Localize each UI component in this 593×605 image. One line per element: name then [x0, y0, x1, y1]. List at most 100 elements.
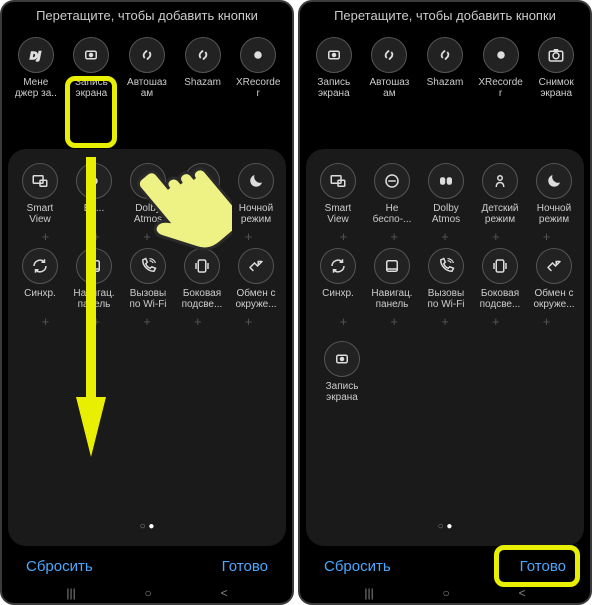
panel-extra-row: Запись экрана: [310, 341, 580, 403]
recents-icon[interactable]: |||: [364, 586, 373, 600]
tile-label: Вызовы по Wi-Fi: [129, 288, 166, 310]
panel-tile-8[interactable]: Боковая подсве...: [176, 248, 228, 310]
panel-tile-1[interactable]: Не беспо-...: [366, 163, 418, 225]
available-tile-0[interactable]: Запись экрана: [308, 37, 360, 99]
tile-label: Запись экрана: [317, 77, 350, 99]
dolby-icon: [428, 163, 464, 199]
panel-tile-3[interactable]: Детский режим: [176, 163, 228, 225]
tile-label: Боковая подсве...: [182, 288, 223, 310]
recents-icon[interactable]: |||: [66, 586, 75, 600]
dot-icon: [483, 37, 519, 73]
night-icon: [536, 163, 572, 199]
share-icon: [238, 248, 274, 284]
available-tile-2[interactable]: Автошаз ам: [121, 37, 173, 99]
slot-row-1: +++++: [310, 225, 580, 248]
drag-hint: Перетащите, чтобы добавить кнопки: [2, 2, 292, 37]
wificall-icon: [428, 248, 464, 284]
panel-tile-8[interactable]: Боковая подсве...: [474, 248, 526, 310]
available-tile-2[interactable]: Shazam: [419, 37, 471, 99]
panel-tile-7[interactable]: Вызовы по Wi-Fi: [420, 248, 472, 310]
panel-tile-7[interactable]: Вызовы по Wi-Fi: [122, 248, 174, 310]
tile-label: Автошаз ам: [369, 77, 409, 99]
dnd-icon: [374, 163, 410, 199]
available-tile-1[interactable]: Запись экрана: [65, 37, 117, 99]
dot-icon: [76, 163, 112, 199]
tile-label: Автошаз ам: [127, 77, 167, 99]
panel-tile-5[interactable]: Синхр.: [312, 248, 364, 310]
done-button[interactable]: Готово: [222, 558, 268, 575]
dolby-icon: [130, 163, 166, 199]
shazam-icon: [129, 37, 165, 73]
available-row: Запись экрана Автошаз ам Shazam XRecorde r С…: [300, 37, 590, 99]
reset-button[interactable]: Сбросить: [26, 558, 93, 575]
side-icon: [482, 248, 518, 284]
home-icon[interactable]: ○: [145, 586, 152, 600]
page-dots: ○ ●: [306, 521, 584, 532]
panel-tile-6[interactable]: Навигац. панель: [366, 248, 418, 310]
tile-label: Б.....: [84, 203, 104, 225]
slot-row-2: +++++: [310, 310, 580, 333]
tile-label: Синхр.: [24, 288, 56, 310]
panel-tile-4[interactable]: Ночной режим: [230, 163, 282, 225]
sync-icon: [320, 248, 356, 284]
tile-label: Обмен с окруже...: [235, 288, 276, 310]
nav-icon: [76, 248, 112, 284]
share-icon: [536, 248, 572, 284]
wificall-icon: [130, 248, 166, 284]
back-icon[interactable]: <: [519, 586, 526, 600]
panel-tile-0[interactable]: Smart View: [14, 163, 66, 225]
tile-label: Мене джер за..: [15, 77, 57, 99]
panel-tile-9[interactable]: Обмен с окруже...: [528, 248, 580, 310]
available-tile-4[interactable]: Снимок экрана: [530, 37, 582, 99]
smartview-icon: [320, 163, 356, 199]
kids-icon: [184, 163, 220, 199]
tile-label: Smart View: [27, 203, 54, 225]
panel-tile-0[interactable]: Smart View: [312, 163, 364, 225]
home-icon[interactable]: ○: [443, 586, 450, 600]
tile-label: XRecorde r: [236, 77, 280, 99]
panel-tile-5[interactable]: Синхр.: [14, 248, 66, 310]
tile-label: Smart View: [325, 203, 352, 225]
tile-label: Shazam: [427, 77, 464, 99]
available-tile-3[interactable]: Shazam: [177, 37, 229, 99]
available-tile-1[interactable]: Автошаз ам: [363, 37, 415, 99]
tile-label: Dolby Atmos: [134, 203, 162, 225]
nav-bar: ||| ○ <: [2, 587, 292, 603]
panel-tile-3[interactable]: Детский режим: [474, 163, 526, 225]
tile-label: Снимок экрана: [539, 77, 574, 99]
available-tile-0[interactable]: Dj Мене джер за..: [10, 37, 62, 99]
nav-icon: [374, 248, 410, 284]
reset-button[interactable]: Сбросить: [324, 558, 391, 575]
phone-left: Перетащите, чтобы добавить кнопки Dj Мене…: [0, 0, 294, 605]
tile-label: Навигац. панель: [371, 288, 412, 310]
panel-tile-extra-0[interactable]: Запись экрана: [316, 341, 368, 403]
done-button[interactable]: Готово: [520, 558, 566, 575]
slot-row-2: +++++: [12, 310, 282, 333]
panel-tile-2[interactable]: Dolby Atmos: [420, 163, 472, 225]
quick-panel: Smart View Не беспо-... Dolby Atmos Детский…: [306, 149, 584, 546]
tile-label: Вызовы по Wi-Fi: [427, 288, 464, 310]
dj-icon: Dj: [18, 37, 54, 73]
tile-label: Обмен с окруже...: [533, 288, 574, 310]
page-dots: ○ ●: [8, 521, 286, 532]
panel-tile-2[interactable]: Dolby Atmos: [122, 163, 174, 225]
rec-icon: [316, 37, 352, 73]
panel-grid-2: Синхр. Навигац. панель Вызовы по Wi-Fi Боко…: [12, 248, 282, 310]
tile-label: Dolby Atmos: [432, 203, 460, 225]
tile-label: Ночной режим: [537, 203, 571, 225]
rec-icon: [73, 37, 109, 73]
panel-tile-1[interactable]: Б.....: [68, 163, 120, 225]
available-tile-4[interactable]: XRecorde r: [232, 37, 284, 99]
tile-label: Синхр.: [322, 288, 354, 310]
tile-label: Боковая подсве...: [480, 288, 521, 310]
tile-label: Навигац. панель: [73, 288, 114, 310]
panel-tile-6[interactable]: Навигац. панель: [68, 248, 120, 310]
footer: Сбросить Готово: [2, 546, 292, 587]
panel-tile-4[interactable]: Ночной режим: [528, 163, 580, 225]
panel-tile-9[interactable]: Обмен с окруже...: [230, 248, 282, 310]
rec-icon: [324, 341, 360, 377]
available-tile-3[interactable]: XRecorde r: [475, 37, 527, 99]
tile-label: Shazam: [184, 77, 221, 99]
back-icon[interactable]: <: [221, 586, 228, 600]
tile-label: Ночной режим: [239, 203, 273, 225]
